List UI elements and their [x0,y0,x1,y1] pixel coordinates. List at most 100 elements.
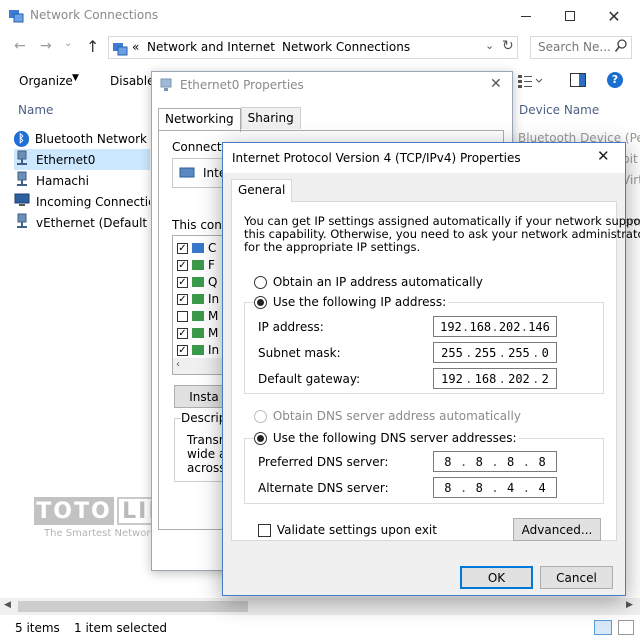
address-dropdown-icon[interactable]: ⌄ [485,39,494,52]
window-title: Network Connections [30,8,159,22]
component-list-item[interactable]: M [177,308,218,324]
component-label: Q [208,275,218,289]
maximize-button[interactable] [548,0,592,32]
component-checkbox[interactable]: ✓ [177,344,188,356]
component-checkbox[interactable]: ✓ [177,259,188,271]
component-list-item[interactable]: ✓ In [177,342,219,358]
close-icon: ✕ [490,76,502,92]
obtain-dns-auto-radio[interactable] [254,410,267,423]
octet-separator: . [498,345,506,360]
details-view-icon[interactable] [594,620,612,635]
search-input[interactable]: Search Ne... [530,36,632,59]
intro-line: You can get IP settings assigned automat… [244,214,640,228]
scroll-thumb[interactable] [18,601,248,612]
scroll-left-icon[interactable]: ‹ [176,359,180,370]
close-button[interactable]: ✕ [592,0,636,32]
component-list-item[interactable]: ✓ F [177,257,215,273]
component-checkbox[interactable]: ✓ [177,327,188,339]
obtain-ip-auto-option[interactable]: Obtain an IP address automatically [254,275,483,289]
list-item[interactable]: Ethernet0 [14,149,150,170]
view-options-icon[interactable] [518,74,544,91]
scroll-right-icon[interactable]: ▶ [626,600,633,610]
component-checkbox[interactable] [177,310,188,322]
breadcrumb-network-and-internet[interactable]: Network and Internet [147,40,275,54]
network-folder-icon [112,40,128,56]
octet-separator: . [459,454,468,469]
alternate-dns-field[interactable]: 8. 8. 4. 4 [433,477,557,498]
octet-separator: . [520,319,528,334]
list-item-label: Ethernet0 [36,152,96,167]
breadcrumb-network-connections[interactable]: Network Connections [282,40,410,54]
list-item[interactable]: ᛒ Bluetooth Network C [14,128,150,149]
component-checkbox[interactable]: ✓ [177,242,188,254]
preferred-dns-field[interactable]: 8. 8. 8. 8 [433,451,557,472]
network-component-icon [192,277,204,287]
use-following-dns-radio[interactable] [254,432,267,445]
component-label: C [208,241,217,255]
network-component-icon [192,345,204,355]
status-item-count: 5 items [15,621,60,635]
use-following-ip-radio[interactable] [254,296,267,309]
octet-separator: . [459,480,468,495]
ip-address-field[interactable]: 192. 168. 202. 146 [433,316,557,337]
advanced-button[interactable]: Advanced... [513,518,601,541]
component-label: In [208,343,220,357]
network-component-icon [192,311,204,321]
ip-octet: 8 [475,454,483,469]
list-item-label: Incoming Connection [36,194,150,209]
cancel-button[interactable]: Cancel [540,566,613,589]
network-folder-icon [8,7,24,23]
ipv4-close-button[interactable]: ✕ [597,147,610,165]
tab-general[interactable]: General [231,179,293,202]
validate-settings-checkbox[interactable] [258,524,271,537]
validate-settings-option[interactable]: Validate settings upon exit [258,523,437,537]
up-button[interactable]: ↑ [86,37,99,56]
ethernet-close-button[interactable]: ✕ [490,76,502,92]
use-following-dns-option[interactable]: Use the following DNS server addresses: [254,431,519,445]
component-checkbox[interactable]: ✓ [177,276,188,288]
organize-button[interactable]: Organize [19,74,73,88]
tab-networking[interactable]: Networking [158,108,241,132]
recent-locations-button[interactable]: ⌄ [64,38,72,49]
ok-button[interactable]: OK [460,566,533,589]
use-following-ip-option[interactable]: Use the following IP address: [254,295,449,309]
horizontal-scrollbar[interactable]: ◀ ▶ [0,598,640,615]
preview-pane-icon[interactable] [570,73,586,90]
ip-octet: 2 [541,371,549,386]
forward-button[interactable]: → [40,38,52,54]
octet-separator: . [491,319,499,334]
breadcrumb-overflow[interactable]: « [132,40,139,54]
minimize-button[interactable] [504,0,548,32]
default-gateway-field[interactable]: 192. 168. 202. 2 [433,368,557,389]
refresh-icon[interactable]: ↻ [502,38,514,54]
component-list-item[interactable]: ✓ C [177,240,216,256]
network-component-icon [192,328,204,338]
component-list-item[interactable]: ✓ M [177,325,218,341]
ok-button-label: OK [487,570,506,585]
component-list-item[interactable]: ✓ Q [177,274,217,290]
column-header-device-name[interactable]: Device Name [519,103,599,117]
network-adapter-icon [14,213,30,232]
column-header-name[interactable]: Name [18,103,53,117]
subnet-mask-field[interactable]: 255. 255. 255. 0 [433,342,557,363]
list-item[interactable]: vEthernet (Default Sw [14,212,150,233]
help-icon[interactable]: ? [607,72,623,88]
component-list-item[interactable]: ✓ In [177,291,219,307]
ip-octet: 168 [469,319,492,334]
obtain-ip-auto-label: Obtain an IP address automatically [272,275,483,289]
octet-separator: . [522,454,530,469]
disable-button[interactable]: Disable [110,74,155,88]
scroll-left-icon[interactable]: ◀ [4,600,11,610]
list-item[interactable]: Hamachi [14,170,150,191]
up-arrow-icon: ↑ [86,37,100,56]
back-button[interactable]: ← [14,38,26,54]
obtain-ip-auto-radio[interactable] [254,276,267,289]
tab-sharing[interactable]: Sharing [240,107,301,129]
bluetooth-icon: ᛒ [14,130,29,147]
large-icons-view-icon[interactable] [618,620,634,635]
component-checkbox[interactable]: ✓ [177,293,188,305]
obtain-dns-auto-option[interactable]: Obtain DNS server address automatically [254,409,521,423]
default-gateway-label: Default gateway: [258,372,361,386]
list-item[interactable]: Incoming Connection [14,191,150,212]
address-bar[interactable]: « Network and Internet › Network Connect… [108,36,518,59]
